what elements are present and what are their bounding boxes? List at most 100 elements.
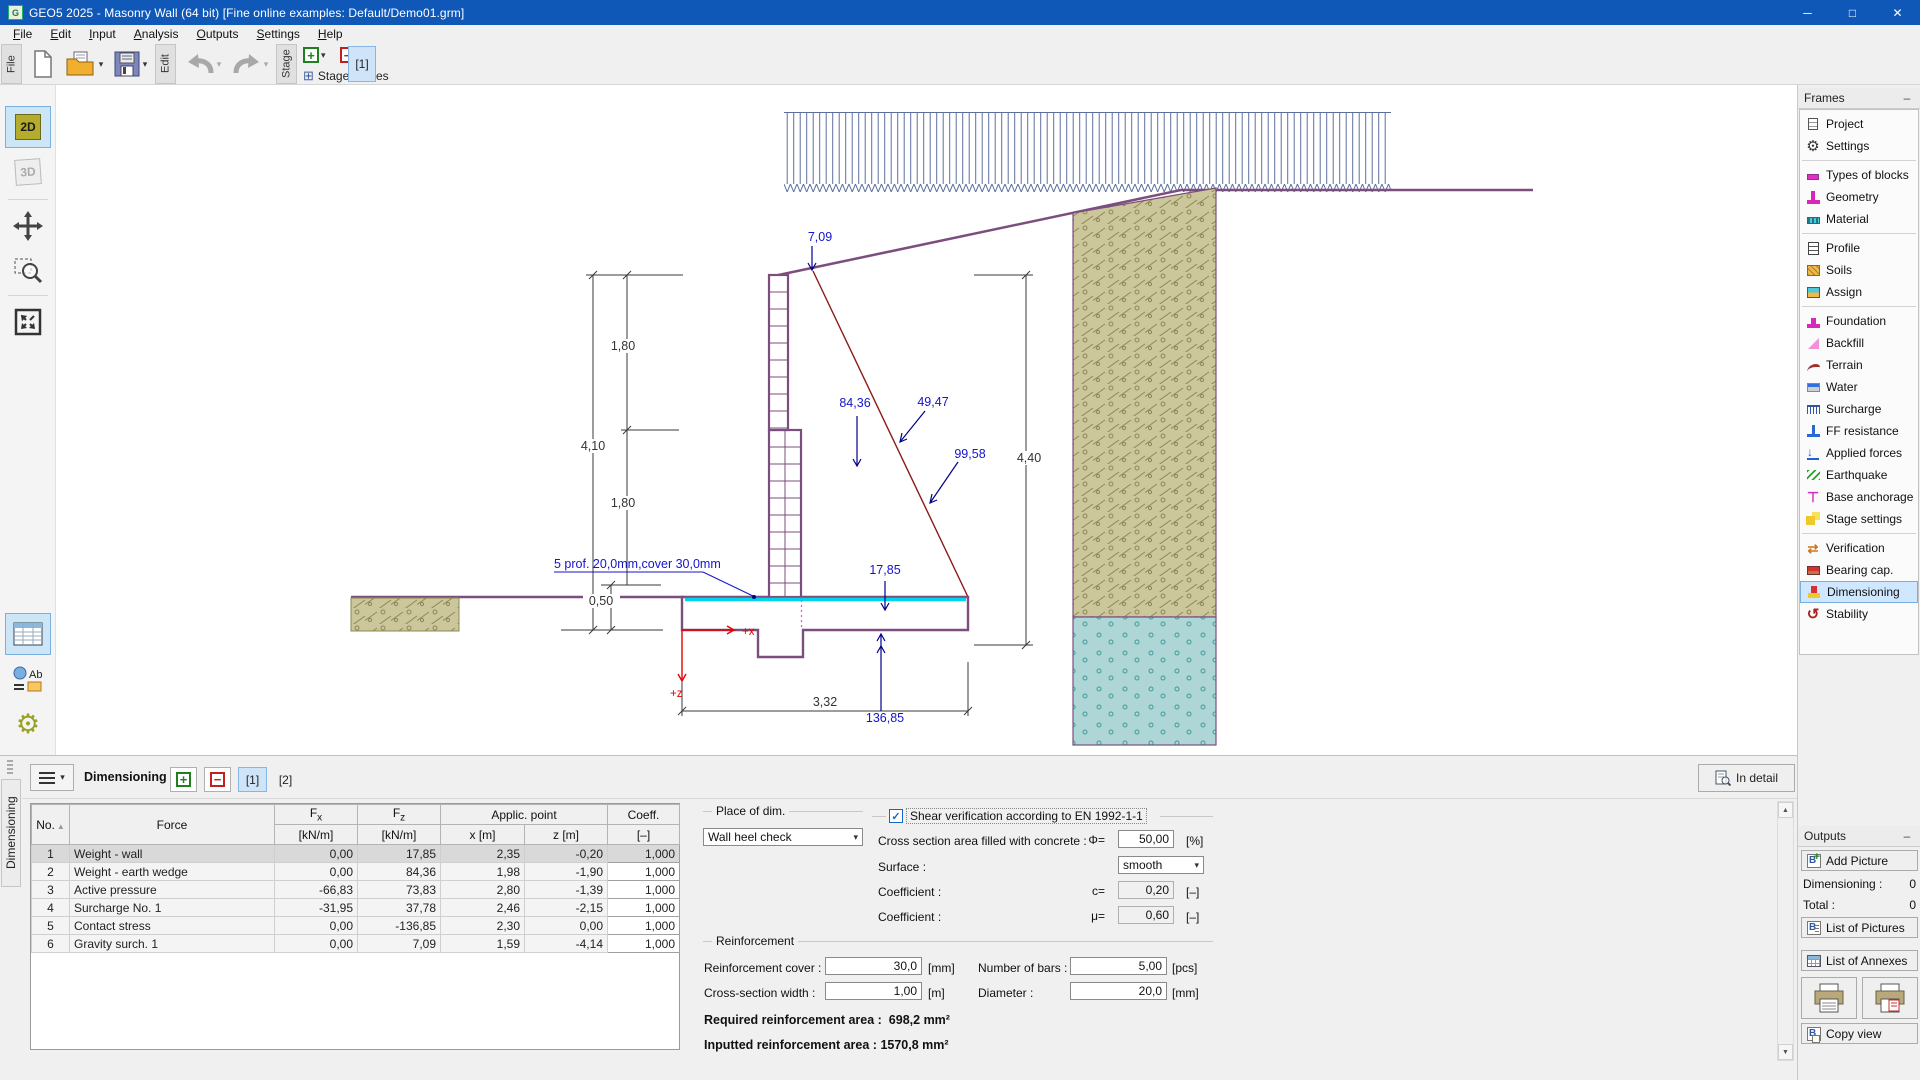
table-row[interactable]: 2Weight - earth wedge0,0084,361,98-1,901… xyxy=(32,863,680,881)
coeff-cell[interactable]: 1,000 xyxy=(608,899,680,917)
annotation-settings-button[interactable]: Ab xyxy=(5,658,51,700)
shear-verification-label[interactable]: Shear verification according to EN 1992-… xyxy=(906,808,1147,824)
table-row[interactable]: 1Weight - wall0,0017,852,35-0,201,000 xyxy=(32,845,680,863)
cross-section-width-input[interactable] xyxy=(825,982,922,1000)
list-of-pictures-button[interactable]: List of Pictures xyxy=(1801,917,1918,938)
frames-item-dimensioning[interactable]: Dimensioning xyxy=(1800,581,1918,603)
col-fz[interactable]: Fz xyxy=(358,805,441,825)
menu-settings[interactable]: Settings xyxy=(248,26,309,42)
remove-dimensioning-button[interactable]: − xyxy=(204,767,231,792)
frames-item-geometry[interactable]: Geometry xyxy=(1800,186,1918,208)
open-caret-icon[interactable]: ▾ xyxy=(99,59,104,70)
menu-help[interactable]: Help xyxy=(309,26,352,42)
number-of-bars-input[interactable] xyxy=(1070,957,1167,975)
table-row[interactable]: 5Contact stress0,00-136,852,300,001,000 xyxy=(32,917,680,935)
table-view-button[interactable] xyxy=(5,613,51,655)
frames-item-water[interactable]: Water xyxy=(1800,376,1918,398)
pan-button[interactable] xyxy=(5,205,51,247)
scroll-down-icon[interactable]: ▼ xyxy=(1778,1044,1793,1060)
frames-item-applied-forces[interactable]: Applied forces xyxy=(1800,442,1918,464)
diameter-input[interactable] xyxy=(1070,982,1167,1000)
coeff-cell[interactable]: 1,000 xyxy=(608,935,680,953)
list-of-annexes-button[interactable]: List of Annexes xyxy=(1801,950,1918,971)
frames-item-base-anchorage[interactable]: Base anchorage xyxy=(1800,486,1918,508)
table-row[interactable]: 6Gravity surch. 10,007,091,59-4,141,000 xyxy=(32,935,680,953)
menu-edit[interactable]: Edit xyxy=(41,26,80,42)
add-stage-button[interactable]: +▾ xyxy=(303,47,326,63)
file-tab[interactable]: File xyxy=(1,44,22,84)
frames-item-terrain[interactable]: Terrain xyxy=(1800,354,1918,376)
edit-tab[interactable]: Edit xyxy=(155,44,176,84)
frames-item-surcharge[interactable]: Surcharge xyxy=(1800,398,1918,420)
dimensioning-tab-1[interactable]: [1] xyxy=(238,767,267,792)
coeff-cell[interactable]: 1,000 xyxy=(608,845,680,863)
col-coeff[interactable]: Coeff. xyxy=(608,805,680,825)
reinforcement-cover-input[interactable] xyxy=(825,957,922,975)
frames-item-settings[interactable]: Settings xyxy=(1800,135,1918,157)
frames-item-backfill[interactable]: Backfill xyxy=(1800,332,1918,354)
frames-item-earthquake[interactable]: Earthquake xyxy=(1800,464,1918,486)
new-file-button[interactable] xyxy=(27,46,59,82)
frames-minimize-button[interactable]: – xyxy=(1900,91,1914,105)
open-file-button[interactable]: ▾ xyxy=(62,46,106,82)
coeff-cell[interactable]: 1,000 xyxy=(608,917,680,935)
settings-gear-button[interactable]: ⚙ xyxy=(5,703,51,745)
in-detail-button[interactable]: In detail xyxy=(1698,764,1795,792)
frames-item-project[interactable]: Project xyxy=(1800,113,1918,135)
menu-input[interactable]: Input xyxy=(80,26,125,42)
undo-caret-icon[interactable]: ▾ xyxy=(217,59,222,70)
menu-analysis[interactable]: Analysis xyxy=(125,26,188,42)
frames-item-profile[interactable]: Profile xyxy=(1800,237,1918,259)
save-caret-icon[interactable]: ▾ xyxy=(143,59,148,70)
add-picture-button[interactable]: Add Picture xyxy=(1801,850,1918,871)
frames-item-stage-settings[interactable]: Stage settings xyxy=(1800,508,1918,530)
shear-verification-checkbox[interactable]: ✓ xyxy=(889,809,903,823)
frames-item-soils[interactable]: Soils xyxy=(1800,259,1918,281)
outputs-minimize-button[interactable]: – xyxy=(1900,829,1914,843)
surface-dropdown[interactable]: smooth▾ xyxy=(1118,856,1204,874)
col-no[interactable]: No.▲ xyxy=(32,805,70,845)
print-button[interactable] xyxy=(1801,977,1857,1019)
dimensioning-side-tab[interactable]: Dimensioning xyxy=(1,779,21,887)
copy-view-button[interactable]: Copy view xyxy=(1801,1023,1918,1044)
place-of-dim-dropdown[interactable]: Wall heel check▾ xyxy=(703,828,863,846)
col-fx[interactable]: Fx xyxy=(275,805,358,825)
menu-file[interactable]: File xyxy=(4,26,41,42)
drawing-canvas[interactable]: 1,80 4,10 1,80 0,50 4,40 3,32 +x +z 7,09… xyxy=(56,85,1797,755)
save-button[interactable]: ▾ xyxy=(108,46,152,82)
print-annex-button[interactable] xyxy=(1862,977,1918,1019)
panel-scrollbar[interactable]: ▲ ▼ xyxy=(1777,801,1794,1061)
coeff-cell[interactable]: 1,000 xyxy=(608,863,680,881)
table-row[interactable]: 4Surcharge No. 1-31,9537,782,46-2,151,00… xyxy=(32,899,680,917)
redo-button[interactable]: ▾ xyxy=(228,46,272,82)
stage-1-button[interactable]: [1] xyxy=(348,46,376,82)
minimize-button[interactable]: ─ xyxy=(1785,0,1830,25)
frames-item-stability[interactable]: Stability xyxy=(1800,603,1918,625)
redo-caret-icon[interactable]: ▾ xyxy=(264,59,269,70)
add-dimensioning-button[interactable]: + xyxy=(170,767,197,792)
close-button[interactable]: ✕ xyxy=(1875,0,1920,25)
view-mode-dropdown[interactable]: ▾ xyxy=(30,764,74,791)
concrete-area-input[interactable] xyxy=(1118,830,1174,848)
frames-item-ff-resistance[interactable]: FF resistance xyxy=(1800,420,1918,442)
view-3d-button[interactable]: 3D xyxy=(5,151,51,193)
zoom-select-button[interactable] xyxy=(5,249,51,291)
scroll-up-icon[interactable]: ▲ xyxy=(1778,802,1793,818)
add-stage-caret-icon[interactable]: ▾ xyxy=(321,50,326,61)
table-row[interactable]: 3Active pressure-66,8373,832,80-1,391,00… xyxy=(32,881,680,899)
col-applic-point[interactable]: Applic. point xyxy=(441,805,608,825)
frames-item-verification[interactable]: Verification xyxy=(1800,537,1918,559)
frames-item-assign[interactable]: Assign xyxy=(1800,281,1918,303)
frames-item-bearing-cap[interactable]: Bearing cap. xyxy=(1800,559,1918,581)
panel-grip[interactable] xyxy=(7,760,13,774)
coeff-cell[interactable]: 1,000 xyxy=(608,881,680,899)
maximize-button[interactable]: □ xyxy=(1830,0,1875,25)
view-2d-button[interactable]: 2D xyxy=(5,106,51,148)
frames-item-foundation[interactable]: Foundation xyxy=(1800,310,1918,332)
undo-button[interactable]: ▾ xyxy=(181,46,225,82)
menu-outputs[interactable]: Outputs xyxy=(187,26,247,42)
col-force[interactable]: Force xyxy=(70,805,275,845)
stage-tab[interactable]: Stage xyxy=(276,44,297,84)
frames-item-types-of-blocks[interactable]: Types of blocks xyxy=(1800,164,1918,186)
fit-to-screen-button[interactable] xyxy=(5,301,51,343)
